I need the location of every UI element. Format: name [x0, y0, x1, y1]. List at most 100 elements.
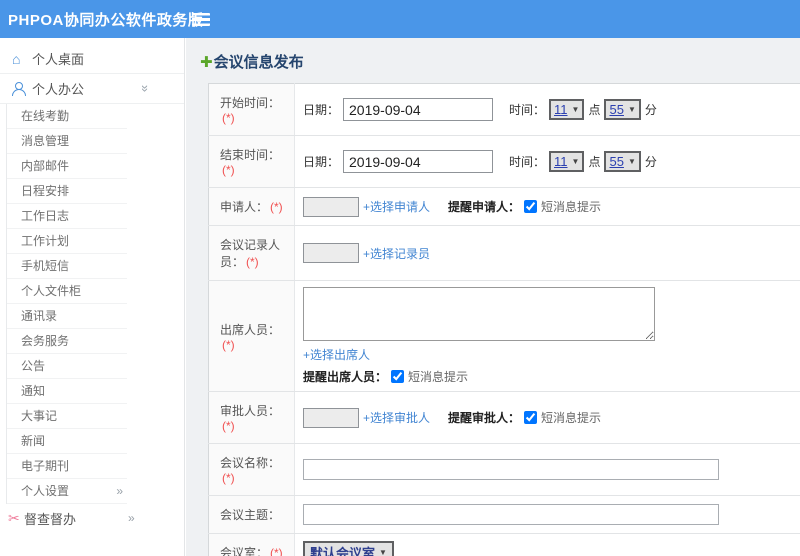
form-row-meeting-topic: 会议主题： — [208, 495, 800, 534]
scissors-icon: ✂ — [8, 509, 20, 526]
sidebar-item-supervision[interactable]: ✂ 督查督办 » — [0, 504, 184, 532]
field-label-approver: 审批人员：(*) — [208, 391, 295, 444]
sidebar-item-messages[interactable]: 消息管理 — [7, 129, 127, 154]
minute-unit: 分 — [644, 155, 657, 169]
main-content: ✚ 会议信息发布 开始时间：(*) 日期： 时间： 11 ▼ 点 — [186, 38, 800, 556]
chevron-right-icon: » — [128, 511, 135, 525]
field-label-applicant: 申请人： (*) — [208, 187, 295, 226]
dropdown-arrow-icon: ▼ — [379, 548, 387, 556]
dropdown-arrow-icon: ▼ — [571, 157, 580, 166]
sidebar-item-attendance[interactable]: 在线考勤 — [7, 104, 127, 129]
page-title: ✚ 会议信息发布 — [200, 53, 304, 72]
required-mark: (*) — [246, 255, 259, 269]
start-minute-select[interactable]: 55 ▼ — [604, 99, 641, 120]
sidebar-item-internal-mail[interactable]: 内部邮件 — [7, 154, 127, 179]
required-mark: (*) — [222, 163, 235, 177]
sidebar-item-personal-settings[interactable]: 个人设置 » — [7, 479, 127, 504]
applicant-input[interactable] — [303, 196, 359, 217]
sidebar-item-contacts[interactable]: 通讯录 — [7, 304, 127, 329]
field-label-attendees: 出席人员：(*) — [208, 280, 295, 392]
date-label: 日期： — [303, 155, 340, 169]
sidebar-item-office[interactable]: 个人办公 » — [0, 74, 184, 104]
minute-unit: 分 — [644, 103, 657, 117]
sidebar-item-label: 个人办公 — [32, 82, 85, 97]
sidebar-item-announcement[interactable]: 公告 — [7, 354, 127, 379]
sidebar-item-news[interactable]: 新闻 — [7, 429, 127, 454]
time-label: 时间： — [509, 103, 546, 117]
field-label-recorder: 会议记录人员： (*) — [208, 225, 295, 281]
meeting-name-input[interactable] — [303, 459, 719, 480]
recorder-input[interactable] — [303, 243, 359, 263]
hour-unit: 点 — [588, 155, 601, 169]
dropdown-arrow-icon: ▼ — [571, 105, 580, 114]
date-label: 日期： — [303, 103, 340, 117]
home-icon: ⌂ — [12, 50, 21, 67]
field-label-meeting-topic: 会议主题： — [208, 495, 295, 534]
choose-applicant-link[interactable]: +选择申请人 — [363, 198, 430, 215]
required-mark: (*) — [270, 200, 283, 214]
sms-remind-checkbox[interactable] — [524, 200, 538, 213]
chevron-right-icon: » — [116, 483, 123, 498]
required-mark: (*) — [222, 419, 235, 433]
end-minute-select[interactable]: 55 ▼ — [604, 151, 641, 172]
form-row-approver: 审批人员：(*) +选择审批人 提醒审批人： 短消息提示 — [208, 391, 800, 444]
sms-remind-checkbox[interactable] — [391, 370, 405, 383]
form-row-meeting-name: 会议名称：(*) — [208, 443, 800, 496]
start-date-input[interactable] — [343, 98, 494, 121]
form-row-meeting-room: 会议室： (*) 默认会议室 ▼ — [208, 533, 800, 556]
sidebar-item-desktop[interactable]: ⌂ 个人桌面 — [0, 44, 184, 74]
sidebar-item-e-journal[interactable]: 电子期刊 — [7, 454, 127, 479]
hour-unit: 点 — [588, 103, 601, 117]
approver-input[interactable] — [303, 407, 359, 428]
form-row-attendees: 出席人员：(*) +选择出席人 提醒出席人员： 短消息提示 — [208, 280, 800, 392]
sms-label: 短消息提示 — [541, 200, 602, 214]
form-row-recorder: 会议记录人员： (*) +选择记录员 — [208, 225, 800, 281]
required-mark: (*) — [222, 471, 235, 485]
top-bar: PHPOA协同办公软件政务版 — [0, 0, 800, 38]
end-date-input[interactable] — [343, 150, 494, 173]
sidebar-submenu: 在线考勤 消息管理 内部邮件 日程安排 工作日志 工作计划 手机短信 个人文件柜… — [6, 104, 184, 504]
user-icon — [12, 81, 32, 96]
dropdown-arrow-icon: ▼ — [627, 157, 636, 166]
sms-label: 短消息提示 — [408, 370, 469, 384]
plus-icon: ✚ — [200, 53, 213, 71]
sidebar-item-meeting-service[interactable]: 会务服务 — [7, 329, 127, 354]
remind-applicant-label: 提醒申请人： — [448, 200, 521, 214]
required-mark: (*) — [222, 111, 235, 125]
time-label: 时间： — [509, 155, 546, 169]
sidebar: ⌂ 个人桌面 个人办公 » 在线考勤 消息管理 内部邮件 日程安排 工作日志 工… — [0, 38, 185, 556]
attendees-textarea[interactable] — [303, 287, 655, 341]
sms-label: 短消息提示 — [541, 411, 602, 425]
chevron-double-down-icon: » — [138, 84, 154, 93]
choose-approver-link[interactable]: +选择审批人 — [363, 409, 430, 426]
sidebar-item-file-cabinet[interactable]: 个人文件柜 — [7, 279, 127, 304]
form-row-applicant: 申请人： (*) +选择申请人 提醒申请人： 短消息提示 — [208, 187, 800, 226]
sidebar-item-work-plan[interactable]: 工作计划 — [7, 229, 127, 254]
field-label-end-time: 结束时间：(*) — [208, 135, 295, 188]
sms-remind-checkbox[interactable] — [524, 411, 538, 424]
app-title: PHPOA协同办公软件政务版 — [8, 11, 204, 29]
field-label-meeting-name: 会议名称：(*) — [208, 443, 295, 496]
required-mark: (*) — [270, 546, 283, 556]
end-hour-select[interactable]: 11 ▼ — [549, 151, 585, 172]
remind-approver-label: 提醒审批人： — [448, 411, 521, 425]
field-label-meeting-room: 会议室： (*) — [208, 533, 295, 556]
form-row-start-time: 开始时间：(*) 日期： 时间： 11 ▼ 点 55 ▼ 分 — [208, 83, 800, 136]
hamburger-menu-icon[interactable] — [192, 13, 210, 26]
meeting-topic-input[interactable] — [303, 504, 719, 525]
choose-attendees-link[interactable]: +选择出席人 — [303, 346, 800, 363]
required-mark: (*) — [222, 337, 235, 352]
sidebar-item-label: 个人桌面 — [32, 52, 85, 67]
choose-recorder-link[interactable]: +选择记录员 — [363, 245, 430, 262]
sidebar-item-notice[interactable]: 通知 — [7, 379, 127, 404]
dropdown-arrow-icon: ▼ — [627, 105, 636, 114]
sidebar-item-sms[interactable]: 手机短信 — [7, 254, 127, 279]
meeting-form: 开始时间：(*) 日期： 时间： 11 ▼ 点 55 ▼ 分 — [208, 83, 800, 556]
remind-attendees-label: 提醒出席人员： — [303, 370, 388, 384]
sidebar-item-work-log[interactable]: 工作日志 — [7, 204, 127, 229]
sidebar-item-schedule[interactable]: 日程安排 — [7, 179, 127, 204]
sidebar-item-memorabilia[interactable]: 大事记 — [7, 404, 127, 429]
start-hour-select[interactable]: 11 ▼ — [549, 99, 585, 120]
meeting-room-select[interactable]: 默认会议室 ▼ — [303, 541, 394, 556]
form-row-end-time: 结束时间：(*) 日期： 时间： 11 ▼ 点 55 ▼ 分 — [208, 135, 800, 188]
